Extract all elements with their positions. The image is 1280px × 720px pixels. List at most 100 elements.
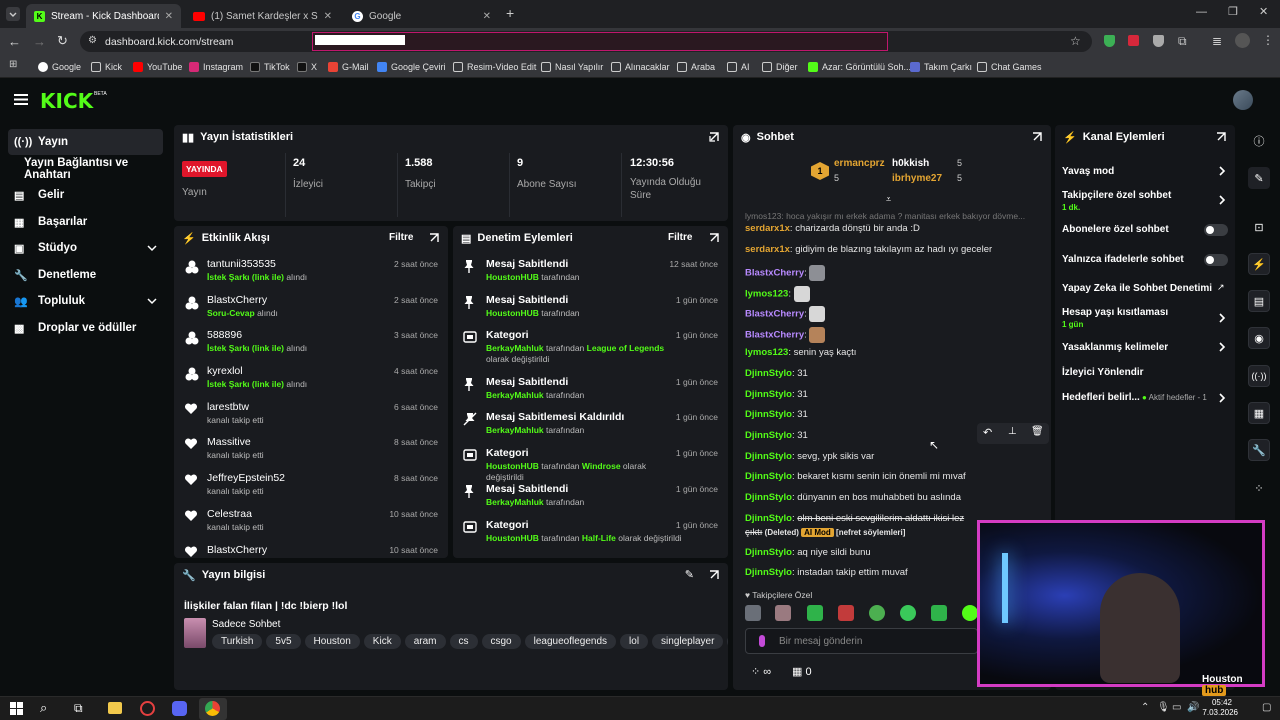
stream-tag[interactable]: 5v5	[266, 634, 301, 649]
stream-tag[interactable]: csgo	[481, 634, 521, 649]
search-icon[interactable]: ⌕	[40, 700, 47, 716]
action-redirect[interactable]: İzleyici Yönlendir	[1062, 367, 1144, 378]
points-indicator[interactable]: ⁘ ∞	[751, 665, 771, 678]
document-icon[interactable]: ▤	[1248, 290, 1270, 312]
filter-button[interactable]: Filtre	[389, 232, 413, 243]
minimize-button[interactable]: —	[1196, 6, 1207, 18]
clock-time[interactable]: 05:42	[1204, 698, 1232, 707]
chat-username[interactable]: DjinnStylo	[745, 430, 792, 441]
pin-icon[interactable]: ⊥	[1008, 426, 1017, 437]
bookmark-item[interactable]: Google Çeviri	[377, 59, 446, 74]
emote[interactable]	[869, 605, 885, 621]
shield-icon[interactable]	[1153, 35, 1164, 47]
chat-message[interactable]: BlastxCherry:	[745, 265, 826, 281]
expand-icon[interactable]	[1215, 131, 1227, 143]
points-icon[interactable]: ⁘	[1248, 477, 1270, 499]
moderator-name[interactable]: BerkayMahluk	[486, 425, 544, 435]
profile-avatar[interactable]	[1235, 33, 1250, 48]
sidebar-item-stream-key[interactable]: Yayın Bağlantısı ve Anahtarı	[8, 156, 172, 182]
back-icon[interactable]: ←	[8, 34, 21, 49]
subs-only-toggle[interactable]	[1204, 224, 1228, 236]
discord-icon[interactable]	[172, 701, 187, 716]
leaderboard-name[interactable]: ibrhyme27	[892, 173, 942, 184]
chat-message[interactable]: lymos123: senin yaş kaçtı	[745, 347, 856, 358]
mic-icon[interactable]	[759, 635, 765, 647]
emote[interactable]	[838, 605, 854, 621]
emote[interactable]	[807, 605, 823, 621]
sidebar-item-gelir[interactable]: ▤ Gelir	[8, 182, 163, 208]
chrome-taskbar-item[interactable]	[199, 698, 227, 720]
chat-message[interactable]: BlastxCherry:	[745, 306, 826, 322]
chat-username[interactable]: BlastxCherry	[745, 268, 804, 279]
bookmark-item[interactable]: YouTube	[133, 59, 182, 74]
stream-tag[interactable]: singleplayer	[652, 634, 724, 649]
bookmark-item[interactable]: Nasıl Yapılır	[541, 59, 603, 74]
extension-icon[interactable]	[1128, 35, 1139, 46]
action-goals[interactable]: Hedefleri belirl...	[1062, 392, 1140, 403]
gift-indicator[interactable]: ▦ 0	[792, 665, 812, 678]
sidebar-item-denetleme[interactable]: 🔧 Denetleme	[8, 262, 163, 288]
chat-message[interactable]: DjinnStylo: instadan takip ettim muvaf	[745, 567, 908, 578]
sidebar-item-studyo[interactable]: ▣ Stüdyo	[8, 235, 163, 261]
chat-message[interactable]: serdarx1x: gidiyim de blazıng takılayım …	[745, 244, 992, 255]
emote[interactable]	[745, 605, 761, 621]
action-banned-words[interactable]: Yasaklanmış kelimeler	[1062, 342, 1168, 353]
close-icon[interactable]: ✕	[165, 11, 173, 22]
sidebar-item-basarilar[interactable]: ▦ Başarılar	[8, 209, 163, 235]
activity-user[interactable]: 588896	[207, 329, 242, 341]
network-icon[interactable]: ▭	[1172, 702, 1181, 713]
activity-user[interactable]: Celestraa	[207, 508, 252, 520]
stream-tag[interactable]: Kick	[363, 634, 401, 649]
forward-icon[interactable]: →	[33, 34, 46, 49]
chat-message[interactable]: DjinnStylo: 31	[745, 368, 808, 379]
stream-tag[interactable]: Turkish	[212, 634, 263, 649]
stream-tag[interactable]: Houston	[304, 634, 360, 649]
bookmark-item[interactable]: Azar: Görüntülü Soh...	[808, 59, 911, 74]
stream-tag[interactable]: leagueoflegends	[524, 634, 617, 649]
user-avatar[interactable]	[1233, 90, 1253, 110]
chat-message[interactable]: DjinnStylo: dünyanın en bos muhabbeti bu…	[745, 492, 961, 503]
activity-user[interactable]: tantunii353535	[207, 258, 276, 270]
bookmark-item[interactable]: Google	[38, 59, 81, 74]
emote[interactable]	[962, 605, 978, 621]
action-account-age[interactable]: Hesap yaşı kısıtlaması 1 gün	[1062, 307, 1168, 329]
category-name[interactable]: Sadece Sohbet	[212, 619, 280, 630]
chat-username[interactable]: DjinnStylo	[745, 513, 792, 524]
activity-user[interactable]: kyrexlol	[207, 365, 243, 377]
edit-icon[interactable]: ✎	[1248, 167, 1270, 189]
bookmark-item[interactable]: Diğer	[762, 59, 798, 74]
tab-google[interactable]: G Google ✕	[344, 4, 499, 28]
stream-tag[interactable]: lol	[620, 634, 649, 649]
moderator-name[interactable]: HoustonHUB	[486, 272, 539, 282]
action-slow-mode[interactable]: Yavaş mod	[1062, 166, 1114, 177]
bookmark-item[interactable]: TikTok	[250, 59, 290, 74]
chat-username[interactable]: lymos123	[745, 347, 788, 358]
notification-icon[interactable]: ▢	[1262, 702, 1271, 713]
sidebar-item-topluluk[interactable]: 👥 Topluluk	[8, 288, 163, 314]
reading-list-icon[interactable]: ≣	[1212, 34, 1222, 48]
new-tab-button[interactable]: +	[506, 5, 514, 21]
tab-search-button[interactable]	[6, 7, 20, 21]
tab-kick-dashboard[interactable]: K Stream - Kick Dashboard ✕	[26, 4, 181, 28]
gift-icon[interactable]: ▦	[1248, 402, 1270, 424]
activity-user[interactable]: JeffreyEpstein52	[207, 472, 285, 484]
bookmark-item[interactable]: Resim-Video Edit	[453, 59, 536, 74]
action-emotes-only[interactable]: Yalnızca ifadelerle sohbet	[1062, 254, 1184, 265]
emote[interactable]	[931, 605, 947, 621]
chevron-right-icon[interactable]	[1217, 342, 1227, 352]
activity-user[interactable]: BlastxCherry	[207, 544, 267, 556]
chevron-right-icon[interactable]	[1217, 393, 1227, 403]
chat-message[interactable]: DjinnStylo: 31	[745, 409, 808, 420]
chat-icon[interactable]: ◉	[1248, 327, 1270, 349]
chat-username[interactable]: DjinnStylo	[745, 368, 792, 379]
chat-username[interactable]: DjinnStylo	[745, 409, 792, 420]
chat-message[interactable]: DjinnStylo: olm beni eski sevgililerim a…	[745, 513, 964, 524]
bookmark-item[interactable]: Takım Çarkı	[910, 59, 972, 74]
action-ai-moderation[interactable]: Yapay Zeka ile Sohbet Denetimi	[1062, 283, 1212, 294]
hamburger-menu-icon[interactable]	[14, 94, 28, 105]
bookmark-item[interactable]: X	[297, 59, 317, 74]
bookmark-item[interactable]: Instagram	[189, 59, 243, 74]
pinned-preview[interactable]: lymos123: hoca yakışır mı erkek adama ? …	[745, 211, 1037, 221]
moderator-name[interactable]: HoustonHUB	[486, 533, 539, 543]
broadcast-icon[interactable]: ((·))	[1248, 365, 1270, 387]
